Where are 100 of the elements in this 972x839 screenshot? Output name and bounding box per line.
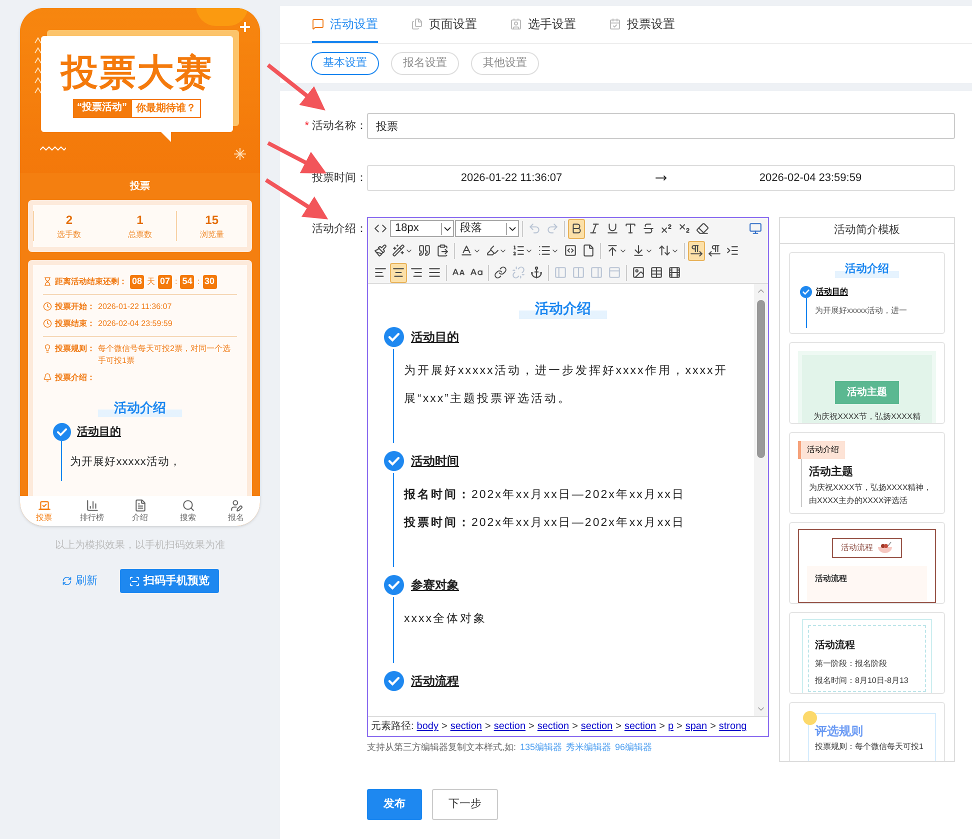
stat-label: 浏览量: [200, 229, 224, 241]
image-top-icon: [608, 266, 621, 279]
path-separator: >: [659, 720, 665, 734]
template-title: 活动流程: [815, 638, 856, 653]
pages-icon: [411, 18, 423, 30]
template-text: 报名时间：8月10日-8月13: [815, 675, 910, 687]
paragraph: 报名时间：202x年xx月xx日—202x年xx月xx日: [404, 487, 686, 503]
pointer-arrow: [267, 141, 327, 174]
path-link[interactable]: span: [685, 719, 708, 734]
refresh-icon: [62, 576, 72, 586]
table-icon: [650, 266, 663, 279]
path-separator: >: [616, 720, 622, 734]
path-separator: >: [572, 720, 578, 734]
settings-tab[interactable]: 活动设置: [312, 6, 378, 43]
path-link[interactable]: section: [450, 719, 482, 734]
bullet-list-icon: [538, 244, 551, 257]
align-right-icon: [410, 266, 423, 279]
template-text: 为开展好xxxxx活动，进一: [815, 304, 908, 316]
justify-icon: [428, 266, 441, 279]
nav-tab[interactable]: 报名: [212, 496, 260, 526]
caret-icon: [506, 222, 518, 234]
scan-icon: [128, 576, 140, 586]
template-card[interactable]: 活动流程 第一阶段：报名阶段 报名时间：8月10日-8月13: [789, 612, 945, 694]
template-title: 活动流程: [841, 542, 873, 554]
space-above-icon: [606, 244, 619, 257]
subsettings-tab[interactable]: 基本设置: [311, 52, 379, 75]
template-text: 活动流程: [815, 573, 848, 585]
countdown-digit: 30: [202, 275, 217, 288]
subsettings-tab[interactable]: 其他设置: [471, 52, 539, 75]
sparkle-icon: [234, 148, 246, 160]
name-input[interactable]: 投票: [367, 113, 955, 139]
space-below-icon: [632, 244, 645, 257]
banner-slogan: 你最期待谁？: [131, 98, 201, 118]
path-link[interactable]: section: [624, 719, 656, 734]
chevron-pattern-icon: [34, 36, 42, 96]
nav-tab[interactable]: 介绍: [116, 496, 164, 526]
path-link[interactable]: body: [416, 719, 438, 734]
check-circle-icon: [384, 327, 404, 347]
path-link[interactable]: section: [494, 719, 526, 734]
template-card[interactable]: 活动主题 为庆祝XXXX节，弘扬XXXX精: [789, 342, 945, 424]
nav-tab[interactable]: 搜索: [164, 496, 212, 526]
stat-value: 2: [66, 212, 72, 229]
redo-icon: [546, 222, 559, 235]
template-card[interactable]: 评选规则 投票规则：每个微信每天可投1: [789, 702, 945, 761]
info-value: 2026-01-22 11:36:07: [98, 300, 172, 312]
countdown-unit: :: [197, 276, 200, 288]
settings-tab[interactable]: 投票设置: [609, 6, 675, 43]
bold-icon: [570, 222, 583, 235]
countdown-digit: 08: [130, 275, 144, 288]
path-separator: >: [441, 720, 448, 734]
indent-icon: [726, 244, 739, 257]
scroll-thumb[interactable]: [757, 300, 765, 458]
template-card[interactable]: 活动介绍 活动主题 为庆祝XXXX节，弘扬XXXX精神，由XXXX主办的XXXX评选活: [789, 432, 945, 514]
template-card[interactable]: 活动介绍 活动目的 为开展好xxxxx活动，进一: [789, 252, 945, 334]
nav-tab[interactable]: 排行榜: [68, 496, 116, 526]
bold-button[interactable]: [568, 218, 585, 238]
path-link[interactable]: section: [580, 719, 613, 734]
countdown-digit: 07: [158, 275, 172, 288]
path-separator: >: [528, 720, 534, 734]
template-card[interactable]: 活动流程 活动流程: [789, 522, 945, 604]
template-heading: 活动目的: [816, 286, 848, 298]
link-icon: [494, 266, 507, 279]
align-left-icon: [374, 266, 387, 279]
check-circle-icon: [384, 671, 404, 691]
align-center-button[interactable]: [390, 262, 407, 282]
font-color-icon: [460, 244, 473, 257]
paragraph-format-select[interactable]: 段落: [455, 220, 519, 237]
scan-preview-button[interactable]: 扫码手机预览: [120, 569, 218, 593]
line-height-icon: [658, 244, 671, 257]
italic-icon: [588, 222, 601, 235]
publish-button[interactable]: 发布: [367, 788, 422, 820]
editor-content[interactable]: 活动介绍 活动目的 为开展好xxxxx活动，进一步发挥好xxxx作用，xxxx开展“xxx”主题投票评选活动。 活动时间 报名时间：202x年xx月xx日—202x年xx月xx日 投票时间：202x年xx月xx日—202x年xx月xx日 参赛对象 xxxx全体对象 活动流程: [368, 284, 754, 716]
countdown-label: 距离活动结束还剩：: [55, 276, 127, 288]
settings-tab[interactable]: 页面设置: [411, 6, 477, 43]
font-size-select[interactable]: 18px: [390, 220, 454, 237]
clock-icon: [43, 302, 52, 310]
date-range-field[interactable]: 2026-01-22 11:36:07 2026-02-04 23:59:59: [367, 165, 955, 191]
info-label: 投票结束：: [55, 318, 95, 330]
path-label: 元素路径:: [371, 720, 414, 734]
left-to-right-button[interactable]: [688, 240, 705, 260]
image-icon: [632, 266, 645, 279]
image-right-icon: [590, 266, 603, 279]
preview-note: 以上为模拟效果，以手机扫码效果为准: [55, 538, 225, 553]
pointer-arrow: [266, 63, 326, 110]
message-icon: [312, 18, 324, 30]
strikethrough-icon: [642, 222, 655, 235]
subsettings-tab[interactable]: 报名设置: [391, 52, 459, 75]
content-title: 活动介绍: [519, 298, 607, 319]
stat-label: 总票数: [128, 229, 152, 241]
path-separator: >: [710, 720, 716, 734]
pilcrow-left-icon: [708, 244, 721, 257]
settings-tab[interactable]: 选手设置: [510, 6, 576, 43]
ordered-list-icon: [512, 244, 525, 257]
next-step-button[interactable]: 下一步: [432, 788, 498, 820]
path-link[interactable]: strong: [718, 719, 747, 734]
path-link[interactable]: p: [668, 719, 674, 734]
banner-title: 投票大赛: [61, 50, 213, 94]
paste-icon: [436, 244, 449, 257]
path-link[interactable]: section: [537, 719, 570, 734]
template-title: 评选规则: [815, 723, 864, 740]
